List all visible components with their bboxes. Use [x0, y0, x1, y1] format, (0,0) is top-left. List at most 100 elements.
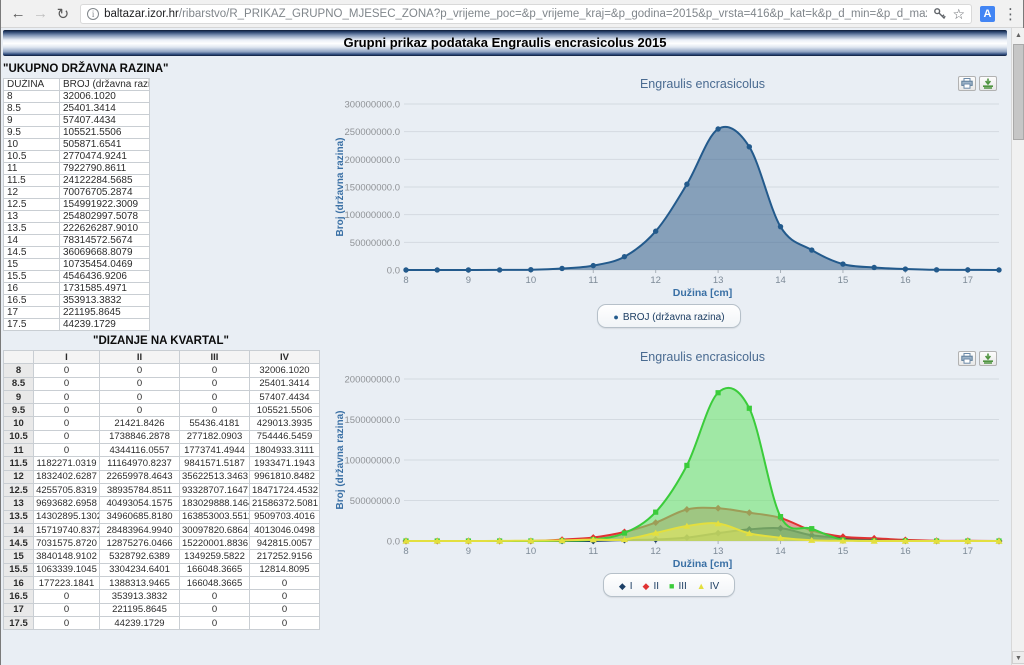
chart-legend: ●BROJ (državna razina)	[331, 304, 1007, 328]
row-label: 12.5	[4, 483, 34, 496]
svg-text:Broj (državna razina): Broj (državna razina)	[335, 138, 346, 237]
row-label: 10.5	[4, 430, 34, 443]
cell: 35622513.3463	[180, 470, 250, 483]
translate-icon[interactable]: A	[980, 6, 995, 22]
cell: 222626287.9010	[60, 223, 150, 235]
svg-text:16: 16	[900, 275, 911, 286]
scroll-up-icon[interactable]: ▲	[1012, 29, 1024, 42]
cell: 12814.8095	[250, 563, 320, 576]
legend-item[interactable]: ■III	[669, 581, 687, 592]
svg-text:9: 9	[466, 546, 471, 557]
cell: 5328792.6389	[100, 550, 180, 563]
password-key-icon[interactable]	[933, 7, 947, 21]
svg-text:100000000.0: 100000000.0	[345, 210, 400, 221]
browser-toolbar: ← → ↻ i baltazar.izor.hr/ribarstvo/R_PRI…	[1, 0, 1023, 28]
cell: 24122284.5685	[60, 175, 150, 187]
table-row: 17.5044239.172900	[4, 616, 320, 629]
table-row: 170221195.864500	[4, 603, 320, 616]
svg-text:9: 9	[466, 275, 471, 286]
address-bar[interactable]: i baltazar.izor.hr/ribarstvo/R_PRIKAZ_GR…	[80, 4, 972, 24]
table-row: 17221195.8645	[4, 307, 150, 319]
page-info-icon[interactable]: i	[87, 8, 99, 20]
legend-item[interactable]: ◆II	[643, 581, 659, 592]
cell: 0	[34, 417, 100, 430]
svg-text:200000000.0: 200000000.0	[345, 155, 400, 166]
row-label: 8.5	[4, 377, 34, 390]
download-chart-button[interactable]	[979, 76, 997, 91]
cell: 0	[34, 390, 100, 403]
forward-button[interactable]: →	[29, 2, 51, 26]
cell: 40493054.1575	[100, 497, 180, 510]
quarterly-chart-panel: 0.050000000.0100000000.0150000000.020000…	[331, 345, 1007, 627]
column-header: II	[100, 351, 180, 364]
svg-text:12: 12	[650, 546, 661, 557]
cell: 0	[180, 364, 250, 377]
cell: 353913.3832	[100, 590, 180, 603]
legend-item[interactable]: ◆I	[619, 581, 633, 592]
table-row: 1415719740.837228483964.994030097820.686…	[4, 523, 320, 536]
page-title: Grupni prikaz podataka Engraulis encrasi…	[344, 35, 667, 50]
square-marker-icon: ■	[669, 581, 674, 591]
circle-marker-icon: ●	[613, 312, 618, 322]
cell: 166048.3665	[180, 563, 250, 576]
browser-window: ← → ↻ i baltazar.izor.hr/ribarstvo/R_PRI…	[0, 0, 1024, 665]
cell: 18471724.4532	[250, 483, 320, 496]
table-row: 10505871.6541	[4, 139, 150, 151]
tables-column: "UKUPNO DRŽAVNA RAZINA" DUŽINA BROJ (drž…	[3, 61, 321, 630]
cell: 9841571.5187	[180, 457, 250, 470]
svg-text:50000000.0: 50000000.0	[350, 238, 400, 249]
cell: 13.5	[4, 223, 60, 235]
cell: 28483964.9940	[100, 523, 180, 536]
download-chart-button[interactable]	[979, 351, 997, 366]
print-chart-button[interactable]	[958, 76, 976, 91]
cell: 17.5	[4, 319, 60, 331]
cell: 38935784.8511	[100, 483, 180, 496]
back-button[interactable]: ←	[7, 2, 29, 26]
cell: 183029888.1464	[180, 497, 250, 510]
vertical-scrollbar[interactable]: ▲ ▼	[1011, 28, 1024, 665]
cell: 15719740.8372	[34, 523, 100, 536]
legend-item[interactable]: ▲IV	[697, 581, 719, 592]
column-header: IV	[250, 351, 320, 364]
cell: 93328707.1647	[180, 483, 250, 496]
cell: 4546436.9206	[60, 271, 150, 283]
cell: 21421.8426	[100, 417, 180, 430]
scroll-down-icon[interactable]: ▼	[1012, 651, 1024, 664]
quarterly-chart: 0.050000000.0100000000.0150000000.020000…	[331, 345, 1007, 571]
legend-label: IV	[710, 581, 719, 592]
svg-text:Dužina [cm]: Dužina [cm]	[673, 287, 733, 299]
url-text[interactable]: baltazar.izor.hr/ribarstvo/R_PRIKAZ_GRUP…	[104, 8, 926, 20]
cell: 105521.5506	[60, 127, 150, 139]
scrollbar-thumb[interactable]	[1013, 44, 1024, 140]
bookmark-star-icon[interactable]: ☆	[953, 7, 966, 21]
cell: 9961810.8482	[250, 470, 320, 483]
cell: 3304234.6401	[100, 563, 180, 576]
cell: 3840148.9102	[34, 550, 100, 563]
row-label: 15	[4, 550, 34, 563]
cell: 0	[250, 616, 320, 629]
length-frequency-chart: 0.050000000.0100000000.0150000000.020000…	[331, 64, 1007, 302]
table-row: 139693682.695840493054.1575183029888.146…	[4, 497, 320, 510]
reload-button[interactable]: ↻	[52, 2, 74, 26]
forward-icon: →	[33, 5, 48, 22]
legend-item[interactable]: ●BROJ (državna razina)	[613, 312, 724, 323]
browser-menu-icon[interactable]: ⋮	[1003, 5, 1017, 23]
column-header: DUŽINA	[4, 79, 60, 91]
table-row: 9.5000105521.5506	[4, 404, 320, 417]
svg-text:14: 14	[775, 275, 786, 286]
table-row: 15.51063339.10453304234.6401166048.36651…	[4, 563, 320, 576]
table-row: 900057407.4434	[4, 390, 320, 403]
svg-text:Engraulis encrasicolus: Engraulis encrasicolus	[640, 350, 765, 364]
table-row: 10.52770474.9241	[4, 151, 150, 163]
ukupno-table: DUŽINA BROJ (državna razina) 832006.1020…	[3, 78, 150, 331]
row-label: 11.5	[4, 457, 34, 470]
cell: 0	[34, 616, 100, 629]
cell: 505871.6541	[60, 139, 150, 151]
row-label: 11	[4, 444, 34, 457]
table-row: 800032006.1020	[4, 364, 320, 377]
cell: 353913.3832	[60, 295, 150, 307]
print-chart-button[interactable]	[958, 351, 976, 366]
cell: 0	[100, 390, 180, 403]
svg-text:Dužina [cm]: Dužina [cm]	[673, 558, 733, 570]
cell: 1388313.9465	[100, 577, 180, 590]
